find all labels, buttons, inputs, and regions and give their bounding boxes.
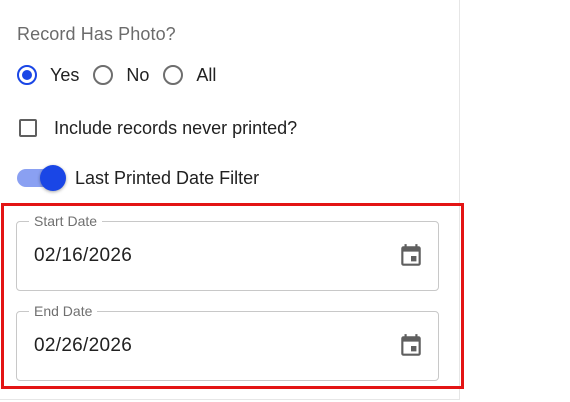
radio-option-all[interactable]: All bbox=[163, 65, 216, 86]
radio-label-all: All bbox=[196, 64, 217, 85]
checkbox-unchecked-icon[interactable] bbox=[19, 119, 37, 137]
include-never-printed-label: Include records never printed? bbox=[54, 117, 298, 138]
date-fields-highlight-box bbox=[1, 203, 464, 389]
last-printed-date-filter-label: Last Printed Date Filter bbox=[75, 167, 260, 188]
record-has-photo-label: Record Has Photo? bbox=[17, 24, 176, 44]
toggle-thumb[interactable] bbox=[40, 165, 66, 191]
radio-unchecked-icon[interactable] bbox=[93, 65, 114, 85]
radio-option-no[interactable]: No bbox=[93, 65, 149, 86]
radio-label-no: No bbox=[126, 64, 150, 85]
record-has-photo-radio-group: Yes No All bbox=[17, 62, 230, 88]
last-printed-date-filter-toggle[interactable]: Last Printed Date Filter bbox=[17, 165, 259, 191]
include-never-printed-checkbox[interactable]: Include records never printed? bbox=[19, 116, 297, 140]
radio-checked-icon[interactable] bbox=[17, 65, 37, 85]
radio-label-yes: Yes bbox=[50, 64, 80, 85]
radio-option-yes[interactable]: Yes bbox=[17, 65, 79, 86]
toggle-switch[interactable] bbox=[17, 165, 66, 191]
radio-unchecked-icon[interactable] bbox=[163, 65, 184, 85]
